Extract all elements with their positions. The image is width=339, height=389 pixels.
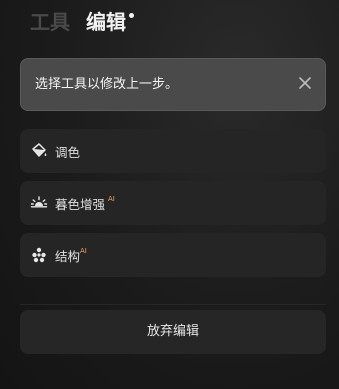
tool-structure[interactable]: 结构AI — [20, 233, 326, 277]
discard-edits-button[interactable]: 放弃编辑 — [20, 310, 326, 354]
tool-color-adjust[interactable]: 调色 — [20, 129, 326, 173]
tab-edit[interactable]: 编辑 — [86, 10, 134, 34]
tab-tools[interactable]: 工具 — [30, 10, 70, 34]
tool-label-text: 结构 — [55, 249, 81, 264]
sunset-icon — [30, 194, 48, 212]
paint-bucket-icon — [30, 142, 48, 160]
ai-badge: AI — [108, 195, 115, 203]
tool-label: 调色 — [55, 142, 80, 161]
active-dot-indicator — [129, 13, 134, 18]
tab-edit-label: 编辑 — [86, 10, 126, 34]
tool-label-text: 调色 — [55, 145, 81, 160]
close-icon[interactable] — [297, 75, 313, 91]
tool-label-text: 暮色增强 — [55, 197, 106, 212]
tool-twilight-enhance[interactable]: 暮色增强 AI — [20, 181, 326, 225]
ai-badge: AI — [80, 247, 87, 255]
tool-label: 暮色增强 AI — [55, 194, 115, 213]
notice-text: 选择工具以修改上一步。 — [35, 77, 179, 92]
tab-bar: 工具 编辑 — [30, 10, 134, 34]
dots-cluster-icon — [30, 246, 48, 264]
notice-banner: 选择工具以修改上一步。 — [20, 58, 326, 111]
divider — [20, 304, 326, 305]
tool-label: 结构AI — [55, 246, 87, 265]
